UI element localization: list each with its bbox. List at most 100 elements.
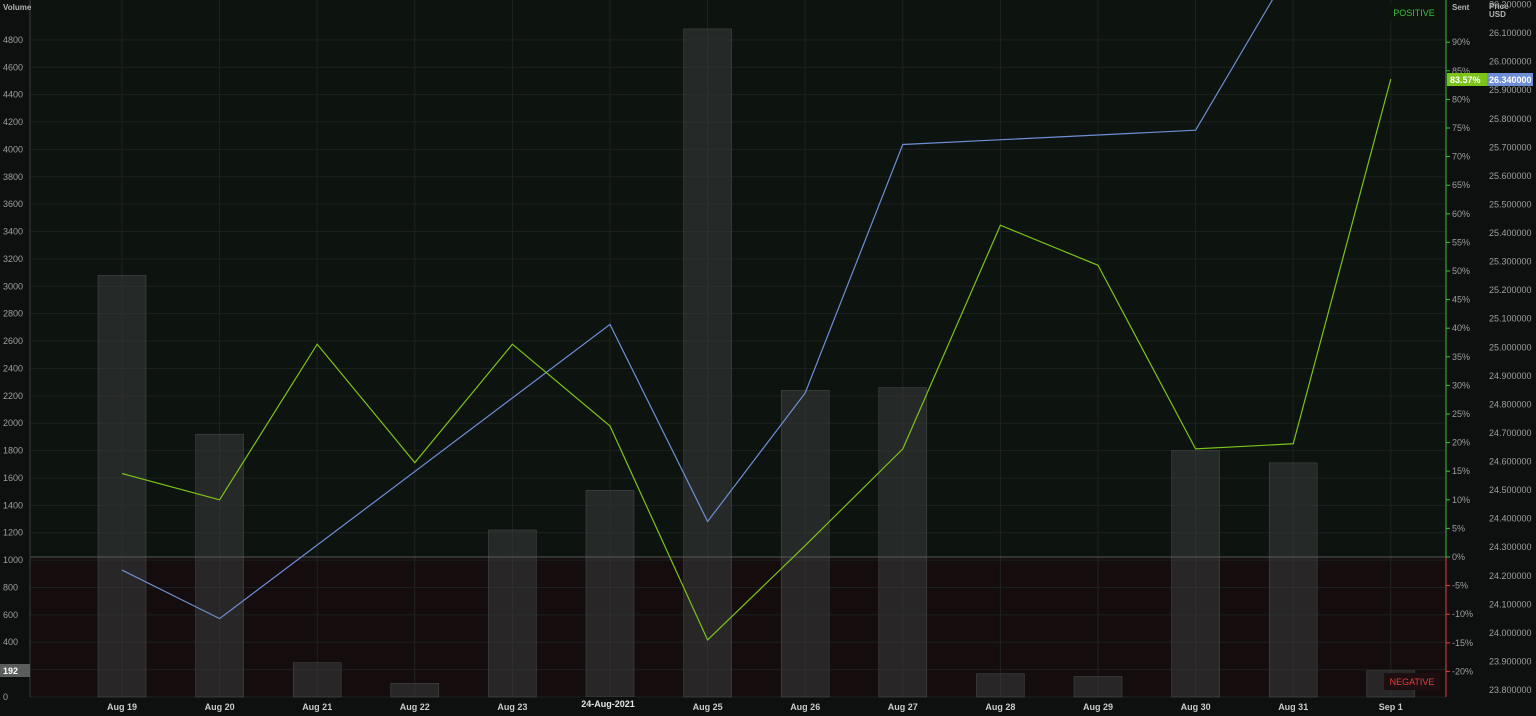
x-tick-label: Aug 28 bbox=[985, 702, 1015, 712]
price-badge-value: 26.340000 bbox=[1489, 75, 1532, 85]
volume-bar bbox=[976, 673, 1025, 698]
x-tick-label: Aug 31 bbox=[1278, 702, 1308, 712]
x-tick-label: Aug 30 bbox=[1181, 702, 1211, 712]
sentiment-tick-label: -5% bbox=[1452, 581, 1468, 591]
sentiment-tick-label: 80% bbox=[1452, 94, 1470, 104]
volume-tick-label: 1000 bbox=[3, 555, 23, 565]
sentiment-tick-label: 20% bbox=[1452, 438, 1470, 448]
volume-tick-label: 0 bbox=[3, 692, 8, 702]
volume-bar bbox=[1171, 450, 1220, 698]
volume-tick-label: 3000 bbox=[3, 281, 23, 291]
sentiment-tick-label: 25% bbox=[1452, 409, 1470, 419]
volume-tick-label: 1200 bbox=[3, 528, 23, 538]
x-tick-label: Aug 20 bbox=[205, 702, 235, 712]
volume-tick-label: 3200 bbox=[3, 254, 23, 264]
price-tick-label: 24.700000 bbox=[1489, 428, 1532, 438]
volume-tick-label: 1600 bbox=[3, 473, 23, 483]
x-tick-label: Sep 1 bbox=[1379, 702, 1403, 712]
sentiment-tick-label: 40% bbox=[1452, 323, 1470, 333]
price-tick-label: 24.000000 bbox=[1489, 628, 1532, 638]
volume-tick-label: 4600 bbox=[3, 62, 23, 72]
sentiment-tick-label: 35% bbox=[1452, 352, 1470, 362]
sentiment-badge-value: 83.57% bbox=[1450, 75, 1481, 85]
price-tick-label: 25.100000 bbox=[1489, 314, 1532, 324]
volume-tick-label: 4800 bbox=[3, 35, 23, 45]
x-tick-label: Aug 26 bbox=[790, 702, 820, 712]
volume-bar bbox=[1073, 676, 1123, 698]
price-tick-label: 25.400000 bbox=[1489, 228, 1532, 238]
sentiment-tick-label: -10% bbox=[1452, 609, 1473, 619]
price-tick-label: 24.900000 bbox=[1489, 371, 1532, 381]
volume-tick-label: 600 bbox=[3, 610, 18, 620]
volume-bar bbox=[292, 662, 342, 698]
crosshair-date-label: 24-Aug-2021 bbox=[581, 699, 635, 709]
volume-tick-label: 1400 bbox=[3, 500, 23, 510]
sentiment-tick-label: 10% bbox=[1452, 495, 1470, 505]
volume-bar bbox=[97, 275, 147, 698]
price-tick-label: 23.900000 bbox=[1489, 656, 1532, 666]
sentiment-tick-label: 0% bbox=[1452, 552, 1465, 562]
volume-badge-value: 192 bbox=[3, 666, 18, 676]
volume-tick-label: 2600 bbox=[3, 336, 23, 346]
price-tick-label: 24.400000 bbox=[1489, 514, 1532, 524]
price-tick-label: 25.300000 bbox=[1489, 257, 1532, 267]
sentiment-tick-label: 55% bbox=[1452, 237, 1470, 247]
sentiment-tick-label: 90% bbox=[1452, 37, 1470, 47]
volume-tick-label: 4000 bbox=[3, 144, 23, 154]
volume-bar bbox=[878, 387, 928, 698]
sentiment-tick-label: 45% bbox=[1452, 295, 1470, 305]
price-tick-label: 25.000000 bbox=[1489, 342, 1532, 352]
price-tick-label: 24.600000 bbox=[1489, 457, 1532, 467]
volume-tick-label: 400 bbox=[3, 637, 18, 647]
positive-zone-label: POSITIVE bbox=[1393, 8, 1435, 18]
x-tick-label: Aug 23 bbox=[497, 702, 527, 712]
volume-tick-label: 1800 bbox=[3, 446, 23, 456]
price-tick-label: 26.000000 bbox=[1489, 57, 1532, 67]
price-tick-label: 26.100000 bbox=[1489, 28, 1532, 38]
volume-bar bbox=[1268, 462, 1318, 698]
volume-tick-label: 2400 bbox=[3, 363, 23, 373]
sentiment-tick-label: -20% bbox=[1452, 666, 1473, 676]
price-tick-label: 24.100000 bbox=[1489, 599, 1532, 609]
x-tick-label: Aug 27 bbox=[888, 702, 918, 712]
volume-bar bbox=[683, 28, 732, 698]
price-tick-label: 24.800000 bbox=[1489, 399, 1532, 409]
price-tick-label: 25.200000 bbox=[1489, 285, 1532, 295]
x-tick-label: Aug 22 bbox=[400, 702, 430, 712]
volume-tick-label: 2800 bbox=[3, 309, 23, 319]
volume-bar bbox=[585, 490, 635, 698]
sentiment-axis-label: Sent bbox=[1452, 3, 1470, 12]
volume-tick-label: 4400 bbox=[3, 90, 23, 100]
price-axis-label-line: USD bbox=[1489, 10, 1506, 19]
volume-bar bbox=[488, 529, 537, 698]
x-tick-label: Aug 25 bbox=[693, 702, 723, 712]
volume-tick-label: 800 bbox=[3, 582, 18, 592]
price-tick-label: 23.800000 bbox=[1489, 685, 1532, 695]
sentiment-tick-label: 70% bbox=[1452, 152, 1470, 162]
price-tick-label: 25.800000 bbox=[1489, 114, 1532, 124]
sentiment-tick-label: 30% bbox=[1452, 380, 1470, 390]
sentiment-tick-label: -15% bbox=[1452, 638, 1473, 648]
volume-tick-label: 2000 bbox=[3, 418, 23, 428]
sentiment-tick-label: 75% bbox=[1452, 123, 1470, 133]
price-tick-label: 24.200000 bbox=[1489, 571, 1532, 581]
x-tick-label: Aug 29 bbox=[1083, 702, 1113, 712]
sentiment-tick-label: 5% bbox=[1452, 523, 1465, 533]
volume-tick-label: 2200 bbox=[3, 391, 23, 401]
price-tick-label: 25.700000 bbox=[1489, 142, 1532, 152]
negative-zone-label: NEGATIVE bbox=[1390, 677, 1435, 687]
sentiment-tick-label: 15% bbox=[1452, 466, 1470, 476]
x-tick-label: Aug 21 bbox=[302, 702, 332, 712]
volume-tick-label: 3600 bbox=[3, 199, 23, 209]
volume-bar bbox=[390, 683, 440, 698]
volume-tick-label: 3800 bbox=[3, 172, 23, 182]
volume-axis-label: Volume bbox=[3, 3, 32, 12]
price-tick-label: 25.500000 bbox=[1489, 199, 1532, 209]
sentiment-tick-label: 65% bbox=[1452, 180, 1470, 190]
sentiment-tick-label: 50% bbox=[1452, 266, 1470, 276]
sentiment-volume-price-chart: 0200400600800100012001400160018002000220… bbox=[0, 0, 1536, 716]
sentiment-tick-label: 60% bbox=[1452, 209, 1470, 219]
volume-tick-label: 3400 bbox=[3, 227, 23, 237]
x-tick-label: Aug 19 bbox=[107, 702, 137, 712]
price-tick-label: 25.600000 bbox=[1489, 171, 1532, 181]
